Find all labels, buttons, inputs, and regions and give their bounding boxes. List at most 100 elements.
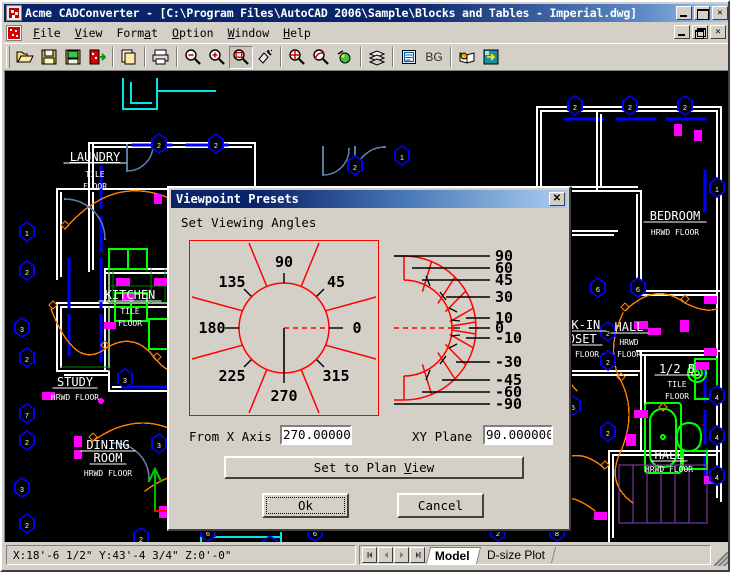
toolbar-separator xyxy=(112,47,114,67)
from-x-axis-label: From X Axis xyxy=(189,429,272,444)
close-button[interactable]: ✕ xyxy=(712,6,728,20)
zoom-extents-button[interactable] xyxy=(285,46,309,69)
save-button[interactable] xyxy=(37,46,61,69)
dialog-title: Viewpoint Presets xyxy=(171,192,549,206)
room-label-laundry: LAUNDRY TILE FLOOR xyxy=(64,150,126,191)
svg-text:1: 1 xyxy=(715,187,719,194)
svg-text:HRWD FLOOR: HRWD FLOOR xyxy=(84,469,132,478)
tab-next-button[interactable] xyxy=(394,547,409,563)
minimize-button[interactable] xyxy=(676,6,692,20)
xy-plane-input[interactable]: 90.000000 xyxy=(483,425,553,445)
mdi-minimize-button[interactable] xyxy=(674,25,690,39)
pan-icon xyxy=(256,48,274,66)
mdi-restore-button[interactable] xyxy=(692,25,708,39)
focus-ring xyxy=(266,497,345,514)
svg-text:BEDROOM: BEDROOM xyxy=(650,209,701,223)
toolbar-separator xyxy=(144,47,146,67)
dialog-close-button[interactable]: ✕ xyxy=(549,192,565,206)
help-icon: ? xyxy=(458,48,476,66)
dialog-title-bar[interactable]: Viewpoint Presets ✕ xyxy=(171,190,567,208)
from-x-axis-input[interactable]: 270.000000 xyxy=(280,425,352,445)
svg-text:HALL: HALL xyxy=(615,320,644,334)
menu-item-help[interactable]: Help xyxy=(276,24,318,42)
tab-model[interactable]: Model xyxy=(426,547,481,564)
coordinate-display: X:18'-6 1/2" Y:43'-4 3/4" Z:0'-0" xyxy=(6,545,356,565)
from-x-axis-dial[interactable]: 0 45 90 135 180 225 270 315 xyxy=(189,240,379,416)
layers-button[interactable] xyxy=(365,46,389,69)
tab-last-button[interactable] xyxy=(410,547,425,563)
svg-text:KITCHEN: KITCHEN xyxy=(105,288,156,302)
drawing-canvas-frame[interactable]: 22 21 12 32 72 32 33 23 66 42 8 222 xyxy=(4,70,730,544)
svg-text:3: 3 xyxy=(123,378,127,385)
zoom-window-icon xyxy=(232,48,250,66)
zoom-in-button[interactable] xyxy=(205,46,229,69)
resize-grip[interactable] xyxy=(714,552,728,566)
convert-button[interactable] xyxy=(85,46,109,69)
window-controls: ✕ xyxy=(676,6,728,20)
svg-text:-90: -90 xyxy=(495,395,522,413)
tab-prev-button[interactable] xyxy=(378,547,393,563)
open-button[interactable] xyxy=(13,46,37,69)
ok-button[interactable]: Ok xyxy=(262,493,349,518)
mdi-close-button[interactable]: ✕ xyxy=(710,25,726,39)
xy-plane-dial[interactable]: 90 60 45 30 10 0 -10 -30 -45 -60 -90 xyxy=(394,240,554,416)
angle-fields-row: From X Axis 270.000000 XY Plane 90.00000… xyxy=(169,425,573,447)
svg-text:2: 2 xyxy=(25,440,29,447)
pan-button[interactable] xyxy=(253,46,277,69)
print-icon xyxy=(151,48,171,66)
tab-d-size-plot[interactable]: D-size Plot xyxy=(479,547,556,563)
application-window: Acme CADConverter - [C:\Program Files\Au… xyxy=(0,0,730,572)
svg-text:8: 8 xyxy=(555,531,559,538)
menu-item-file[interactable]: FFileile xyxy=(26,24,68,42)
svg-text:2: 2 xyxy=(606,331,610,338)
toolbar-grip[interactable] xyxy=(6,46,10,68)
set-to-plan-view-button[interactable]: Set to Plan View xyxy=(224,456,524,479)
print-button[interactable] xyxy=(149,46,173,69)
toolbar-separator xyxy=(360,47,362,67)
toolbar-separator xyxy=(280,47,282,67)
zoom-window-button[interactable] xyxy=(229,46,253,69)
background-button[interactable]: BG xyxy=(421,46,447,69)
layout-tab-bar: Model D-size Plot xyxy=(359,545,711,565)
svg-text:HRWD FLOOR: HRWD FLOOR xyxy=(645,465,693,474)
export-button[interactable] xyxy=(479,46,503,69)
svg-text:30: 30 xyxy=(495,288,513,306)
svg-text:TILE: TILE xyxy=(120,307,139,316)
svg-text:6: 6 xyxy=(596,287,600,294)
svg-text:45: 45 xyxy=(327,273,345,291)
app-icon xyxy=(6,5,22,21)
cancel-button[interactable]: Cancel xyxy=(397,493,484,518)
svg-text:FLOOR: FLOOR xyxy=(617,350,641,359)
help-button[interactable]: ? xyxy=(455,46,479,69)
zoom-out-button[interactable] xyxy=(181,46,205,69)
menu-item-window[interactable]: Window xyxy=(221,24,277,42)
svg-text:7: 7 xyxy=(25,413,29,420)
main-toolbar: BG ? xyxy=(4,43,730,70)
svg-text:HRWD FLOOR: HRWD FLOOR xyxy=(651,228,699,237)
save-icon xyxy=(40,48,58,66)
maximize-button[interactable] xyxy=(694,6,710,20)
render-button[interactable] xyxy=(333,46,357,69)
menu-item-option[interactable]: Option xyxy=(165,24,221,42)
room-label-bedroom: BEDROOM HRWD FLOOR xyxy=(644,209,706,237)
zoom-previous-button[interactable] xyxy=(309,46,333,69)
menu-item-view[interactable]: View xyxy=(68,24,110,42)
tab-model-label: Model xyxy=(435,549,470,563)
status-bar: X:18'-6 1/2" Y:43'-4 3/4" Z:0'-0" xyxy=(4,542,730,568)
svg-text:ROOM: ROOM xyxy=(94,451,123,465)
render-icon xyxy=(336,48,354,66)
batch-convert-button[interactable] xyxy=(117,46,141,69)
properties-button[interactable] xyxy=(397,46,421,69)
svg-text:2: 2 xyxy=(683,105,687,112)
svg-text:4: 4 xyxy=(715,395,719,402)
convert-icon xyxy=(88,48,106,66)
svg-text:2: 2 xyxy=(353,165,357,172)
save-image-button[interactable] xyxy=(61,46,85,69)
svg-text:TILE: TILE xyxy=(85,170,104,179)
svg-text:1: 1 xyxy=(400,155,404,162)
svg-text:TILE: TILE xyxy=(667,380,686,389)
menu-item-format[interactable]: Format xyxy=(109,24,165,42)
svg-text:LAUNDRY: LAUNDRY xyxy=(70,150,121,164)
tab-first-button[interactable] xyxy=(362,547,377,563)
zoom-previous-icon xyxy=(312,48,330,66)
